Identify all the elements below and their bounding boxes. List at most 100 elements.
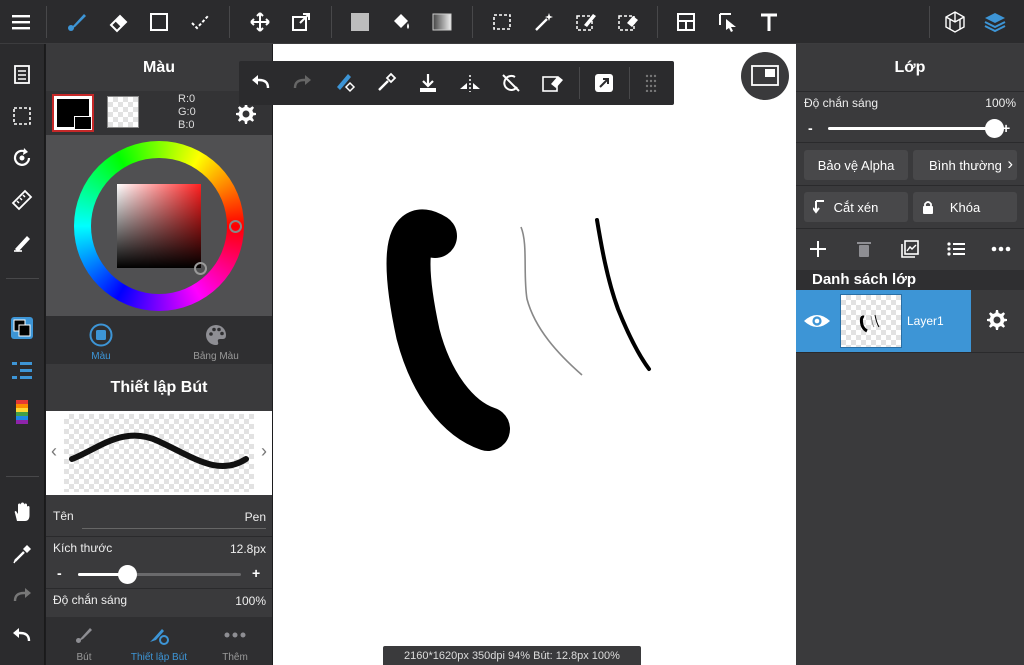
deselect-icon[interactable] bbox=[8, 102, 36, 130]
layer-settings-gear-icon[interactable] bbox=[982, 307, 1012, 335]
quick-eyedropper-icon[interactable] bbox=[372, 69, 400, 97]
clipping-arrow-icon bbox=[813, 200, 824, 214]
lock-icon bbox=[923, 201, 933, 214]
top-toolbar bbox=[0, 0, 1024, 44]
size-slider-track[interactable] bbox=[78, 565, 241, 584]
navigator-icon bbox=[751, 65, 779, 86]
brush-settings-tab-icon[interactable] bbox=[146, 624, 172, 646]
bucket-tool-icon[interactable] bbox=[387, 8, 415, 36]
dot-pen-tool-icon[interactable] bbox=[186, 8, 214, 36]
secondary-color-swatch[interactable] bbox=[107, 96, 139, 128]
material-icon[interactable] bbox=[941, 8, 969, 36]
fill-color-tool-icon[interactable] bbox=[346, 8, 374, 36]
move-tool-icon[interactable] bbox=[246, 8, 274, 36]
layer-thumbnail bbox=[840, 294, 902, 348]
eraser-tool-icon[interactable] bbox=[104, 8, 132, 36]
add-layer-icon[interactable] bbox=[806, 237, 830, 261]
palette-tab-label[interactable]: Bảng Màu bbox=[176, 351, 256, 362]
canvas-quick-toolbar bbox=[239, 61, 674, 105]
clear-layer-icon[interactable] bbox=[539, 69, 567, 97]
layer-opacity-plus-button[interactable]: + bbox=[1002, 120, 1010, 136]
quick-undo-icon[interactable] bbox=[247, 69, 275, 97]
clipping-button[interactable]: Cắt xén bbox=[804, 192, 908, 222]
layer-more-icon[interactable] bbox=[989, 237, 1013, 261]
protect-alpha-button[interactable]: Bảo vệ Alpha bbox=[804, 150, 908, 180]
fullscreen-icon[interactable] bbox=[590, 69, 618, 97]
layers-icon[interactable] bbox=[981, 8, 1009, 36]
color-swatch-icon[interactable] bbox=[8, 314, 36, 342]
magic-wand-tool-icon[interactable] bbox=[530, 8, 558, 36]
color-tab-icon[interactable] bbox=[88, 322, 114, 348]
drawing-canvas[interactable] bbox=[273, 44, 796, 665]
chevron-right-icon[interactable]: › bbox=[256, 439, 272, 463]
drag-handle-icon[interactable] bbox=[637, 69, 665, 97]
brush-tab-label[interactable]: Bút bbox=[44, 652, 124, 663]
brush-tab-icon[interactable] bbox=[71, 624, 97, 646]
gradient-tool-icon[interactable] bbox=[428, 8, 456, 36]
layer-opacity-slider-track[interactable] bbox=[828, 119, 1004, 138]
layer-opacity-value: 100% bbox=[985, 96, 1016, 110]
more-icon[interactable] bbox=[222, 624, 248, 646]
layer-list-menu-icon[interactable] bbox=[944, 237, 968, 261]
selection-pen-tool-icon[interactable] bbox=[572, 8, 600, 36]
layer-thumbnail-icon[interactable] bbox=[898, 237, 922, 261]
layer-panel: Lớp Độ chắn sáng 100% - + Bảo vệ Alpha B… bbox=[796, 44, 1024, 665]
redo-icon[interactable] bbox=[8, 582, 36, 610]
hue-handle[interactable] bbox=[229, 220, 242, 233]
delete-layer-icon[interactable] bbox=[852, 237, 876, 261]
transform-tool-icon[interactable] bbox=[287, 8, 315, 36]
brush-name-value[interactable]: Pen bbox=[245, 510, 266, 524]
status-bar: 2160*1620px 350dpi 94% Bút: 12.8px 100% bbox=[383, 646, 641, 665]
quick-brush-icon[interactable] bbox=[331, 69, 359, 97]
saturation-value-square[interactable] bbox=[117, 184, 201, 268]
undo-icon[interactable] bbox=[8, 622, 36, 650]
layer-row[interactable]: Layer1 bbox=[796, 290, 971, 352]
size-minus-button[interactable]: - bbox=[57, 565, 62, 581]
layer-opacity-minus-button[interactable]: - bbox=[808, 120, 813, 136]
layer-list-icon[interactable] bbox=[8, 356, 36, 384]
brush-settings-title: Thiết lập Bút bbox=[110, 379, 208, 396]
selection-eraser-tool-icon[interactable] bbox=[614, 8, 642, 36]
rotate-reset-icon[interactable] bbox=[497, 69, 525, 97]
navigator-button[interactable] bbox=[741, 52, 789, 100]
sv-handle[interactable] bbox=[194, 262, 207, 275]
eyedropper-icon[interactable] bbox=[8, 540, 36, 568]
frame-divider-tool-icon[interactable] bbox=[672, 8, 700, 36]
menu-icon[interactable] bbox=[8, 9, 34, 35]
ruler-icon[interactable] bbox=[8, 186, 36, 214]
layer-list-title: Danh sách lớp bbox=[812, 271, 917, 288]
operation-tool-icon[interactable] bbox=[714, 8, 742, 36]
size-plus-button[interactable]: + bbox=[252, 565, 260, 581]
lock-button[interactable]: Khóa bbox=[913, 192, 1017, 222]
color-bar-icon[interactable] bbox=[8, 398, 36, 426]
selection-tool-icon[interactable] bbox=[488, 8, 516, 36]
layer-name[interactable]: Layer1 bbox=[907, 314, 944, 328]
brush-settings-tab-label[interactable]: Thiết lập Bút bbox=[119, 652, 199, 663]
rgb-readout: R:0 G:0 B:0 bbox=[178, 93, 196, 132]
clipping-label: Cắt xén bbox=[833, 199, 879, 215]
select-rectangle-tool-icon[interactable] bbox=[145, 8, 173, 36]
rgb-b: B:0 bbox=[178, 119, 195, 131]
more-tab-label[interactable]: Thêm bbox=[195, 652, 275, 663]
save-download-icon[interactable] bbox=[414, 69, 442, 97]
lock-label: Khóa bbox=[949, 199, 981, 215]
size-slider-handle[interactable] bbox=[118, 565, 137, 584]
chevron-right-icon: › bbox=[1007, 154, 1013, 173]
blend-mode-button[interactable]: Bình thường › bbox=[913, 150, 1017, 180]
brush-tool-icon[interactable] bbox=[63, 8, 91, 36]
palette-icon[interactable] bbox=[203, 322, 229, 348]
layer-panel-title: Lớp bbox=[894, 59, 926, 76]
layer-opacity-label: Độ chắn sáng bbox=[804, 96, 879, 110]
eye-visibility-icon[interactable] bbox=[802, 307, 832, 335]
quick-redo-icon[interactable] bbox=[288, 69, 316, 97]
document-icon[interactable] bbox=[8, 60, 36, 88]
chevron-left-icon[interactable]: ‹ bbox=[46, 439, 62, 463]
text-tool-icon[interactable] bbox=[755, 8, 783, 36]
color-tab-label[interactable]: Màu bbox=[61, 351, 141, 362]
snap-pen-icon[interactable] bbox=[8, 228, 36, 256]
flip-horizontal-icon[interactable] bbox=[456, 69, 484, 97]
hand-icon[interactable] bbox=[8, 498, 36, 526]
brush-name-label: Tên bbox=[53, 509, 74, 523]
primary-color-swatch[interactable] bbox=[52, 94, 94, 132]
rotate-canvas-icon[interactable] bbox=[8, 144, 36, 172]
